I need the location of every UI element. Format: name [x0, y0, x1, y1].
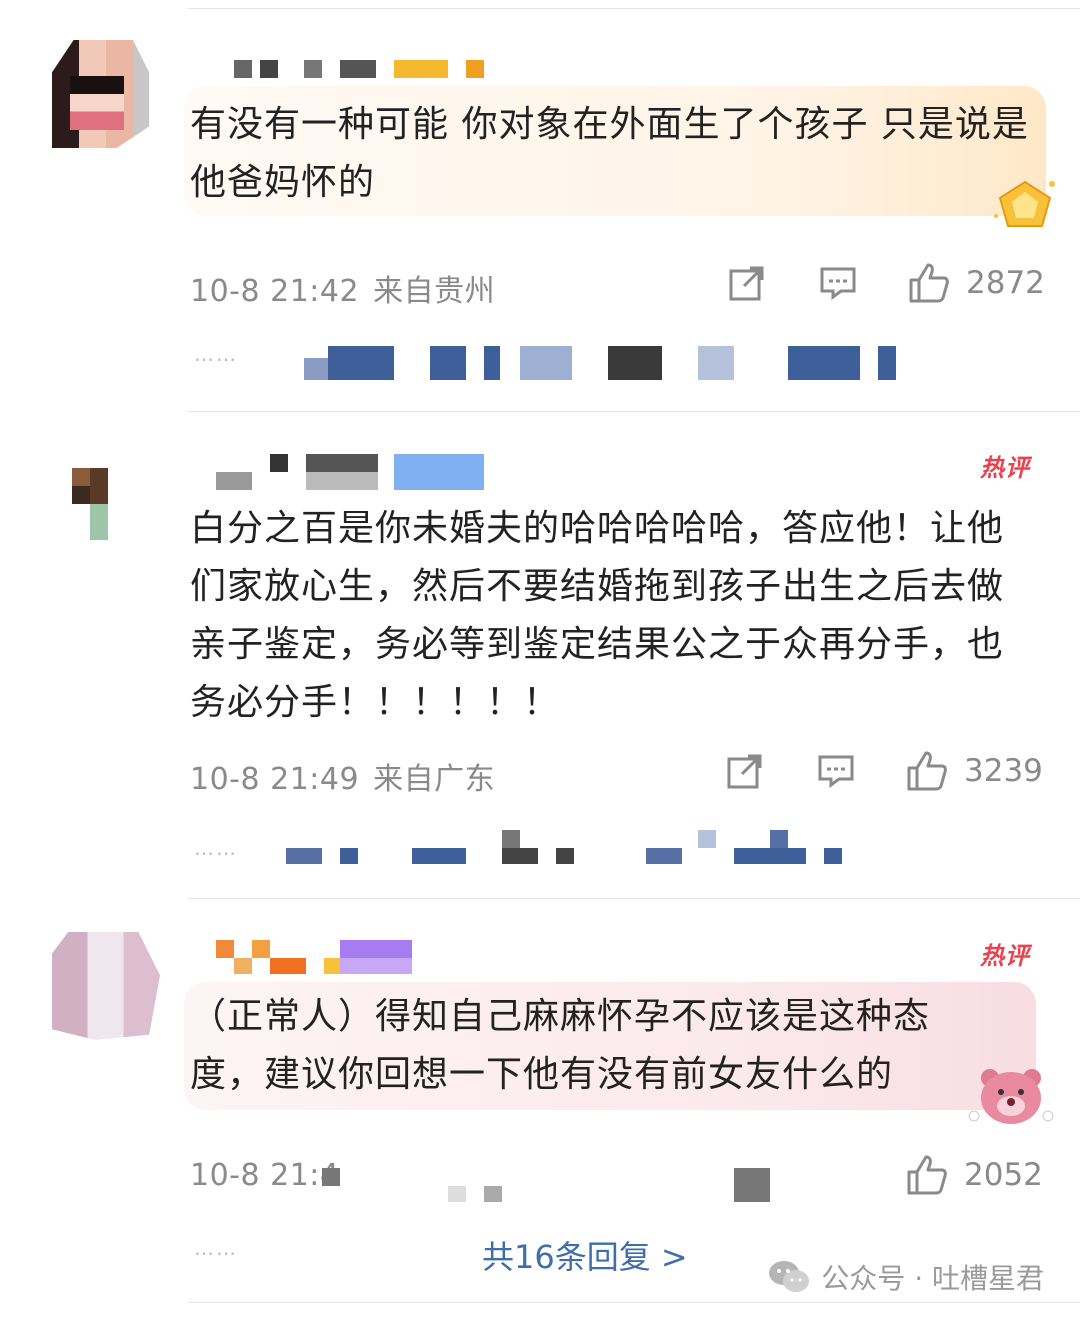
comment-icon: [820, 267, 856, 300]
timestamp: 10-8 21:4: [190, 1158, 340, 1193]
watermark-text: 公众号 · 吐槽星君: [821, 1262, 1044, 1295]
wechat-icon: [769, 1261, 810, 1292]
reply-count-label: 共16条回复 >: [482, 1238, 688, 1276]
share-button[interactable]: [726, 752, 764, 790]
like-count: 2052: [964, 1157, 1043, 1193]
reply-button[interactable]: [817, 754, 855, 788]
avatar[interactable]: [52, 448, 160, 556]
like-button[interactable]: 3239: [906, 750, 1043, 792]
comment-meta: 10-8 21:4: [190, 1158, 340, 1193]
divider: [188, 411, 1080, 412]
lotso-bear-icon: [966, 1064, 1056, 1132]
region: 来自贵州: [373, 274, 496, 309]
username-mosaic[interactable]: [216, 940, 496, 974]
hot-comment-badge: 热评: [980, 454, 1030, 482]
comment-text: 有没有一种可能 你对象在外面生了个孩子 只是说是他爸妈怀的: [190, 104, 1029, 203]
thumbs-up-icon: [907, 1155, 947, 1195]
thumbs-up-icon: [907, 751, 947, 791]
like-count: 2872: [966, 265, 1045, 301]
crown-badge-icon: [990, 176, 1060, 236]
reply-dots: ……: [194, 342, 238, 366]
share-icon: [727, 754, 762, 789]
username-mosaic[interactable]: [216, 60, 496, 86]
reply-button[interactable]: [819, 266, 857, 300]
comment-text: 白分之百是你未婚夫的哈哈哈哈哈，答应他！让他们家放心生，然后不要结婚拖到孩子出生…: [190, 508, 1005, 723]
share-button[interactable]: [728, 264, 766, 302]
reply-dots: ……: [194, 836, 238, 860]
divider: [188, 8, 1080, 9]
share-icon: [729, 266, 764, 301]
timestamp: 10-8 21:49: [190, 762, 360, 797]
view-replies-link[interactable]: 共16条回复 >: [482, 1232, 688, 1278]
comment-text: （正常人）得知自己麻麻怀孕不应该是这种态度，建议你回想一下他有没有前女友什么的: [190, 996, 931, 1095]
watermark: 公众号 · 吐槽星君: [767, 1257, 1044, 1297]
comment-icon: [818, 755, 854, 788]
reply-dots: ……: [194, 1236, 238, 1260]
comment-meta: 10-8 21:49 来自广东: [190, 754, 495, 798]
divider: [188, 898, 1080, 899]
avatar[interactable]: [52, 40, 150, 148]
like-button[interactable]: 2052: [906, 1154, 1043, 1196]
thumbs-up-icon: [909, 263, 949, 303]
region: 来自广东: [373, 762, 496, 797]
divider: [188, 1302, 1080, 1303]
timestamp: 10-8 21:42: [190, 274, 360, 309]
hot-comment-badge: 热评: [980, 942, 1030, 970]
comment-meta: 10-8 21:42 来自贵州: [190, 266, 495, 310]
like-button[interactable]: 2872: [908, 262, 1045, 304]
username-mosaic[interactable]: [216, 454, 496, 490]
like-count: 3239: [964, 753, 1043, 789]
avatar[interactable]: [52, 932, 160, 1040]
